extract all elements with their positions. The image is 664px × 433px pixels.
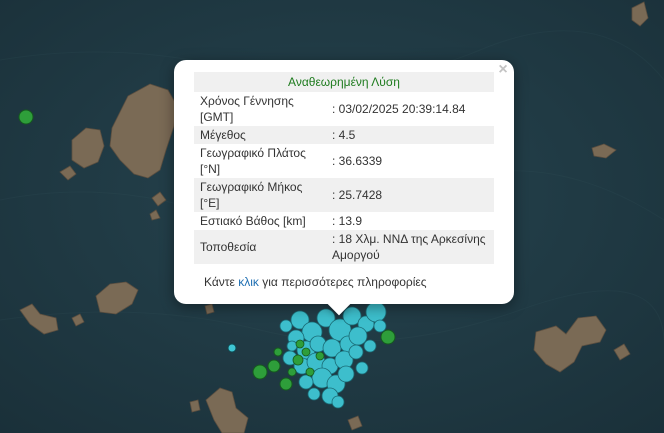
origin-time-label: Χρόνος Γέννησης [GMT] xyxy=(200,94,294,124)
latitude-value: : 36.6339 xyxy=(332,154,383,168)
origin-time-value: : 03/02/2025 20:39:14.84 xyxy=(332,102,466,116)
location-label: Τοποθεσία xyxy=(194,230,324,264)
magnitude-label: Μέγεθος xyxy=(194,126,324,144)
latitude-label: Γεωγραφικό Πλάτος [°N] xyxy=(200,146,306,176)
depth-value: : 13.9 xyxy=(332,214,363,228)
close-icon[interactable]: × xyxy=(496,62,510,78)
more-info-link[interactable]: κλικ xyxy=(238,275,259,289)
location-value: : 18 Χλμ. ΝΝΔ της Αρκεσίνης Αμοργού xyxy=(324,230,494,264)
popup-title: Αναθεωρημένη Λύση xyxy=(194,72,494,92)
more-info-prefix: Κάντε xyxy=(204,275,235,289)
more-info-suffix: για περισσότερες πληροφορίες xyxy=(262,275,427,289)
more-info-line: Κάντε κλικ για περισσότερες πληροφορίες xyxy=(204,275,427,289)
depth-label: Εστιακό Βάθος [km] xyxy=(200,214,306,228)
longitude-value: : 25.7428 xyxy=(324,178,494,212)
magnitude-value: : 4.5 xyxy=(324,126,494,144)
earthquake-details-table: Αναθεωρημένη Λύση Χρόνος Γέννησης [GMT] … xyxy=(194,72,494,264)
longitude-label: Γεωγραφικό Μήκος [°E] xyxy=(194,178,324,212)
